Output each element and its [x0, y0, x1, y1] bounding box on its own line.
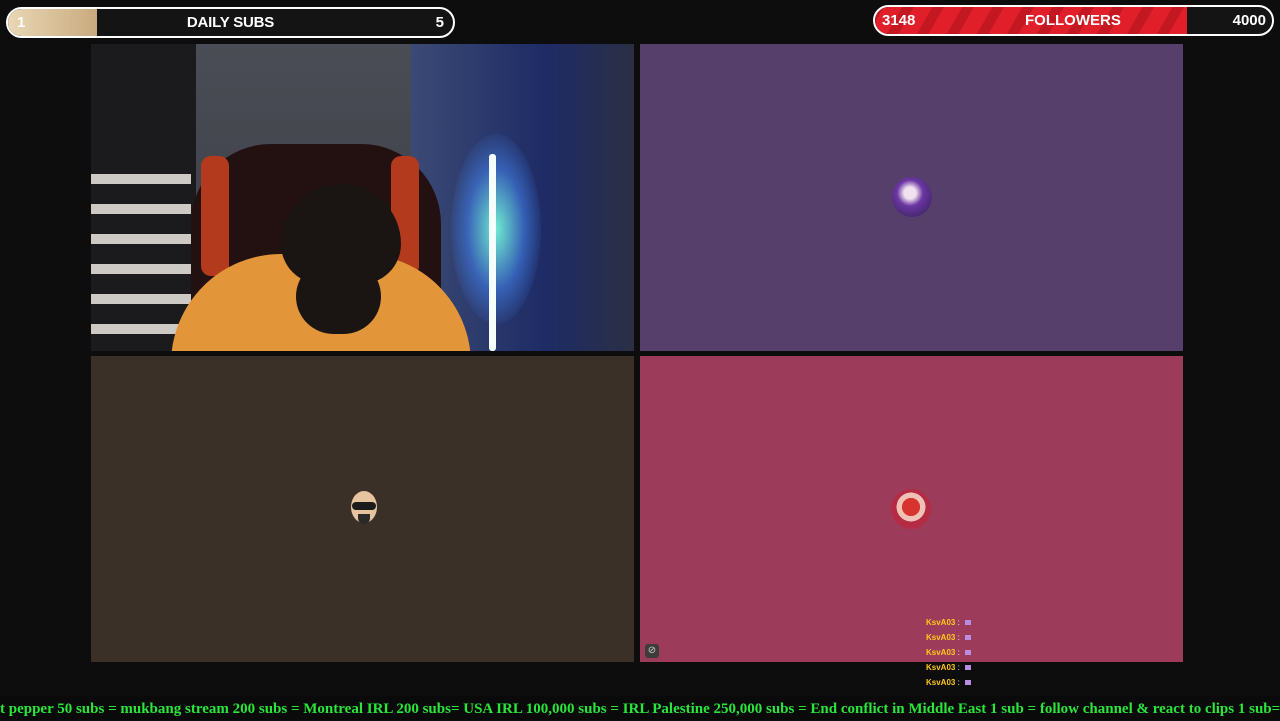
led-light-bar [489, 154, 496, 351]
chat-message: KsvA03 : [926, 647, 1016, 662]
followers-label: FOLLOWERS [1025, 12, 1121, 29]
chat-separator: : [957, 633, 960, 642]
emote-icon [965, 665, 972, 671]
participant-tile-4[interactable]: ⊘ [640, 356, 1183, 662]
bald-man-sunglasses-avatar-icon [343, 488, 383, 528]
red-avatar-icon [891, 489, 931, 529]
followers-goal: 4000 [1232, 12, 1266, 29]
chat-username: KsvA03 [926, 663, 956, 672]
stair-step [91, 204, 191, 214]
staircase-wall [91, 44, 196, 351]
followers-goal-bar: 3148 FOLLOWERS 4000 [873, 5, 1274, 36]
led-light-glow [451, 134, 541, 324]
chat-message: KsvA03 : [926, 677, 1016, 692]
purple-avatar-icon [892, 177, 932, 217]
streamer-beard [296, 259, 381, 334]
chat-separator: : [957, 678, 960, 687]
chat-username: KsvA03 [926, 633, 956, 642]
participant-tile-2[interactable] [640, 44, 1183, 351]
stair-step [91, 264, 191, 274]
emote-icon [965, 635, 972, 641]
followers-current: 3148 [882, 12, 916, 29]
chat-username: KsvA03 [926, 648, 956, 657]
chat-username: KsvA03 [926, 678, 956, 687]
chat-username: KsvA03 [926, 618, 956, 627]
participant-tile-3[interactable] [91, 356, 634, 662]
stair-step [91, 294, 191, 304]
chair-accent [201, 156, 229, 276]
chat-separator: : [957, 648, 960, 657]
chat-message: KsvA03 : [926, 617, 1016, 632]
emote-icon [965, 680, 972, 686]
muted-mic-icon: ⊘ [645, 644, 659, 658]
daily-subs-goal: 5 [435, 14, 444, 31]
daily-subs-goal-bar: 1 DAILY SUBS 5 [6, 7, 455, 38]
avatar-goatee [358, 514, 370, 524]
stair-step [91, 174, 191, 184]
webcam-feed [91, 44, 634, 351]
chat-separator: : [957, 663, 960, 672]
avatar-sunglasses [352, 502, 376, 510]
chat-separator: : [957, 618, 960, 627]
emote-icon [965, 620, 972, 626]
chat-message: KsvA03 : [926, 632, 1016, 647]
stair-step [91, 234, 191, 244]
emote-icon [965, 650, 972, 656]
daily-subs-label: DAILY SUBS [186, 14, 275, 31]
chat-message: KsvA03 : [926, 662, 1016, 677]
goals-ticker: t pepper 50 subs = mukbang stream 200 su… [0, 701, 1280, 717]
chat-overlay: KsvA03 : KsvA03 : KsvA03 : KsvA03 : KsvA… [926, 617, 1016, 692]
